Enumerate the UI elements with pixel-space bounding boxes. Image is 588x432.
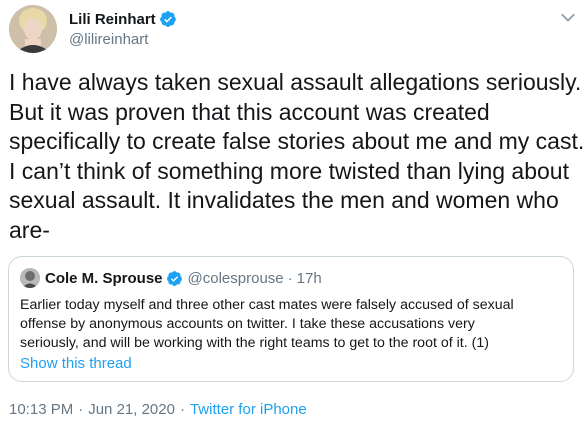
- quoted-text-line: offense by anonymous accounts on twitter…: [20, 316, 475, 332]
- tweet-text-line: specifically to create false stories abo…: [9, 128, 585, 154]
- quoted-author-avatar-image: [20, 268, 40, 288]
- quoted-tweet-header: Cole M. Sprouse @colesprouse · 17h: [20, 268, 322, 288]
- tweet-meta: 10:13 PM · Jun 21, 2020 · Twitter for iPhone: [9, 401, 307, 418]
- quoted-tweet-text: Earlier today myself and three other cas…: [20, 296, 565, 353]
- separator-dot: ·: [179, 401, 185, 418]
- author-name[interactable]: Lili Reinhart: [69, 11, 156, 28]
- author-avatar[interactable]: [9, 5, 57, 53]
- author-info: Lili Reinhart @lilireinhart: [69, 9, 177, 48]
- tweet-time[interactable]: 10:13 PM: [9, 401, 73, 418]
- quoted-tweet[interactable]: Cole M. Sprouse @colesprouse · 17h Earli…: [8, 256, 574, 382]
- tweet-card: Lili Reinhart @lilireinhart I have alway…: [0, 0, 588, 432]
- show-thread-link[interactable]: Show this thread: [20, 355, 132, 372]
- quoted-author-name: Cole M. Sprouse: [45, 269, 163, 287]
- quoted-author-handle: @colesprouse: [187, 269, 284, 287]
- quoted-author-avatar: [20, 268, 40, 288]
- verified-badge-icon: [159, 11, 176, 27]
- tweet-text-line: sexual assault. It invalidates the men a…: [9, 187, 559, 213]
- tweet-text-line: are-: [9, 216, 50, 243]
- tweet-text-line: I have always taken sexual assault alleg…: [9, 69, 582, 95]
- quoted-text-line: Earlier today myself and three other cas…: [20, 297, 514, 313]
- tweet-date[interactable]: Jun 21, 2020: [88, 401, 175, 418]
- tweet-source-link[interactable]: Twitter for iPhone: [190, 401, 307, 418]
- tweet-text-line: I can’t think of something more twisted …: [9, 157, 569, 184]
- chevron-down-icon[interactable]: [558, 8, 578, 28]
- separator-dot: ·: [78, 401, 84, 418]
- tweet-text-line: But it was proven that this account was …: [9, 98, 490, 125]
- author-avatar-image: [9, 5, 57, 53]
- author-name-row: Lili Reinhart: [69, 9, 177, 29]
- separator-dot: ·: [287, 269, 293, 287]
- tweet-text: I have always taken sexual assault alleg…: [9, 68, 585, 245]
- quoted-tweet-time: 17h: [296, 269, 322, 287]
- author-handle[interactable]: @lilireinhart: [69, 31, 177, 48]
- quoted-text-line: seriously, and will be working with the …: [20, 335, 489, 351]
- verified-badge-icon: [166, 270, 182, 286]
